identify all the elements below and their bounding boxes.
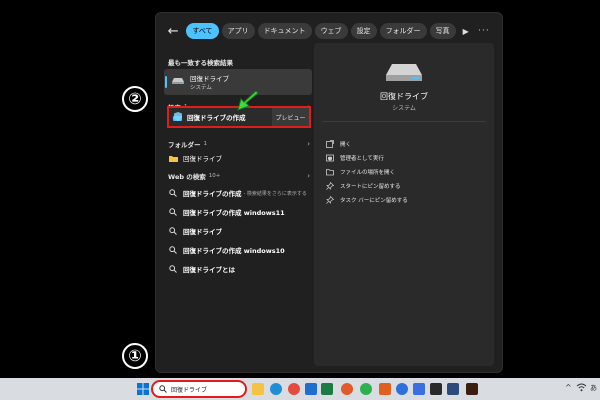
search-panel: ← すべて アプリ ドキュメント ウェブ 設定 フォルダー 写真 ▶ ··· 最… <box>155 12 503 373</box>
action-label: ファイルの場所を開く <box>340 170 396 176</box>
filter-chip-all[interactable]: すべて <box>186 23 219 39</box>
shield-run-icon <box>326 154 334 162</box>
step-marker-2: ② <box>122 86 148 112</box>
drive-icon <box>172 78 184 84</box>
folder-icon <box>168 153 178 163</box>
action-label: スタートにピン留めする <box>340 184 401 190</box>
app-icon[interactable] <box>430 383 442 395</box>
chevron-right-icon[interactable]: › <box>307 172 310 180</box>
action-run-as-admin[interactable]: 管理者として実行 <box>326 152 384 164</box>
web-search-count: 10+ <box>208 173 221 179</box>
pin-icon <box>326 182 334 190</box>
open-icon <box>326 140 334 148</box>
app-icon[interactable] <box>447 383 459 395</box>
filter-chip-settings[interactable]: 設定 <box>350 23 377 39</box>
file-explorer-icon[interactable] <box>252 383 264 395</box>
preview-button[interactable]: プレビュー <box>272 108 309 126</box>
search-icon <box>159 385 167 393</box>
chevron-right-icon[interactable]: › <box>307 140 310 148</box>
taskbar-search-input[interactable]: 回復ドライブ <box>151 380 247 398</box>
back-arrow-icon[interactable]: ← <box>166 23 180 39</box>
web-result[interactable]: 回復ドライブとは <box>168 262 310 276</box>
results-column: 最も一致する検索結果 回復ドライブ システム 設定 1 › <box>164 43 312 366</box>
illustrator-icon[interactable] <box>466 383 478 395</box>
action-pin-to-start[interactable]: スタートにピン留めする <box>326 180 401 192</box>
search-icon <box>168 264 178 274</box>
word-icon[interactable] <box>413 383 425 395</box>
web-result[interactable]: 回復ドライブの作成 - 検索結果をさらに表示する <box>168 186 310 200</box>
edge-icon[interactable] <box>270 383 282 395</box>
excel-icon[interactable] <box>321 383 333 395</box>
folder-header: フォルダー 1 › <box>168 139 310 149</box>
app-icon[interactable] <box>396 383 408 395</box>
action-open-file-location[interactable]: ファイルの場所を開く <box>326 166 395 178</box>
screenshot-root: ② ① ← すべて アプリ ドキュメント ウェブ 設定 フォルダー 写真 ▶ ·… <box>0 0 600 400</box>
web-result-text: 回復ドライブの作成 <box>183 190 242 198</box>
folder-item-label: 回復ドライブ <box>183 155 222 163</box>
green-arrow-icon <box>237 91 259 111</box>
search-icon <box>168 226 178 236</box>
action-label: タスク バーにピン留めする <box>340 198 408 204</box>
drive-icon <box>386 64 422 81</box>
divider <box>322 121 486 122</box>
filter-chip-web[interactable]: ウェブ <box>314 23 348 39</box>
outlook-icon[interactable] <box>305 383 317 395</box>
folder-item[interactable]: 回復ドライブ <box>168 151 310 165</box>
action-open[interactable]: 開く <box>326 138 351 150</box>
search-icon <box>168 245 178 255</box>
detail-pane: 回復ドライブ システム 開く 管理者として実行 ファイルの場所を開く スタートに… <box>314 43 494 366</box>
folder-open-icon <box>326 168 334 176</box>
more-filters-icon[interactable]: ▶ <box>459 23 473 39</box>
action-label: 開く <box>340 142 352 148</box>
wifi-icon[interactable] <box>576 382 587 393</box>
best-match-title: 回復ドライブ <box>190 75 229 83</box>
action-label: 管理者として実行 <box>340 156 384 162</box>
chevron-up-icon[interactable]: ^ <box>565 383 572 392</box>
detail-title: 回復ドライブ <box>380 92 428 101</box>
chrome-icon[interactable] <box>288 383 300 395</box>
action-pin-to-taskbar[interactable]: タスク バーにピン留めする <box>326 194 408 206</box>
setting-item-label: 回復ドライブの作成 <box>187 114 246 122</box>
ime-indicator[interactable]: あ <box>590 383 597 393</box>
best-match-header: 最も一致する検索結果 <box>168 57 310 67</box>
best-match-subtitle: システム <box>190 85 212 91</box>
filter-chip-photos[interactable]: 写真 <box>429 23 456 39</box>
best-match-header-label: 最も一致する検索結果 <box>168 59 233 67</box>
web-result-text: 回復ドライブの作成 windows10 <box>183 247 285 255</box>
app-icon[interactable] <box>341 383 353 395</box>
windows-start-icon[interactable] <box>137 383 149 395</box>
web-result[interactable]: 回復ドライブの作成 windows10 <box>168 243 310 257</box>
web-result[interactable]: 回復ドライブ <box>168 224 310 238</box>
selection-accent <box>165 76 167 88</box>
search-icon <box>168 188 178 198</box>
filter-chip-documents[interactable]: ドキュメント <box>257 23 312 39</box>
web-result[interactable]: 回復ドライブの作成 windows11 <box>168 205 310 219</box>
web-result-text: 回復ドライブ <box>183 228 222 236</box>
taskbar: 回復ドライブ ^ あ <box>0 378 600 400</box>
web-search-header: Web の検索 10+ › <box>168 171 310 181</box>
detail-subtitle: システム <box>392 105 416 112</box>
filter-chip-apps[interactable]: アプリ <box>221 23 255 39</box>
folder-count: 1 <box>203 141 208 147</box>
search-icon <box>168 207 178 217</box>
web-result-sub: - 検索結果をさらに表示する <box>243 190 307 197</box>
web-result-text: 回復ドライブとは <box>183 266 235 274</box>
search-value: 回復ドライブ <box>171 386 208 394</box>
options-menu-icon[interactable]: ··· <box>476 23 492 39</box>
pin-icon <box>326 196 334 204</box>
recovery-drive-icon <box>173 112 182 121</box>
line-icon[interactable] <box>360 383 372 395</box>
app-icon[interactable] <box>379 383 391 395</box>
web-search-header-label: Web の検索 <box>168 173 206 181</box>
folder-header-label: フォルダー <box>168 141 201 149</box>
web-result-text: 回復ドライブの作成 windows11 <box>183 209 285 217</box>
filter-bar: ← すべて アプリ ドキュメント ウェブ 設定 フォルダー 写真 ▶ ··· <box>166 21 492 41</box>
filter-chip-folders[interactable]: フォルダー <box>379 23 427 39</box>
step-marker-1: ① <box>122 343 148 369</box>
